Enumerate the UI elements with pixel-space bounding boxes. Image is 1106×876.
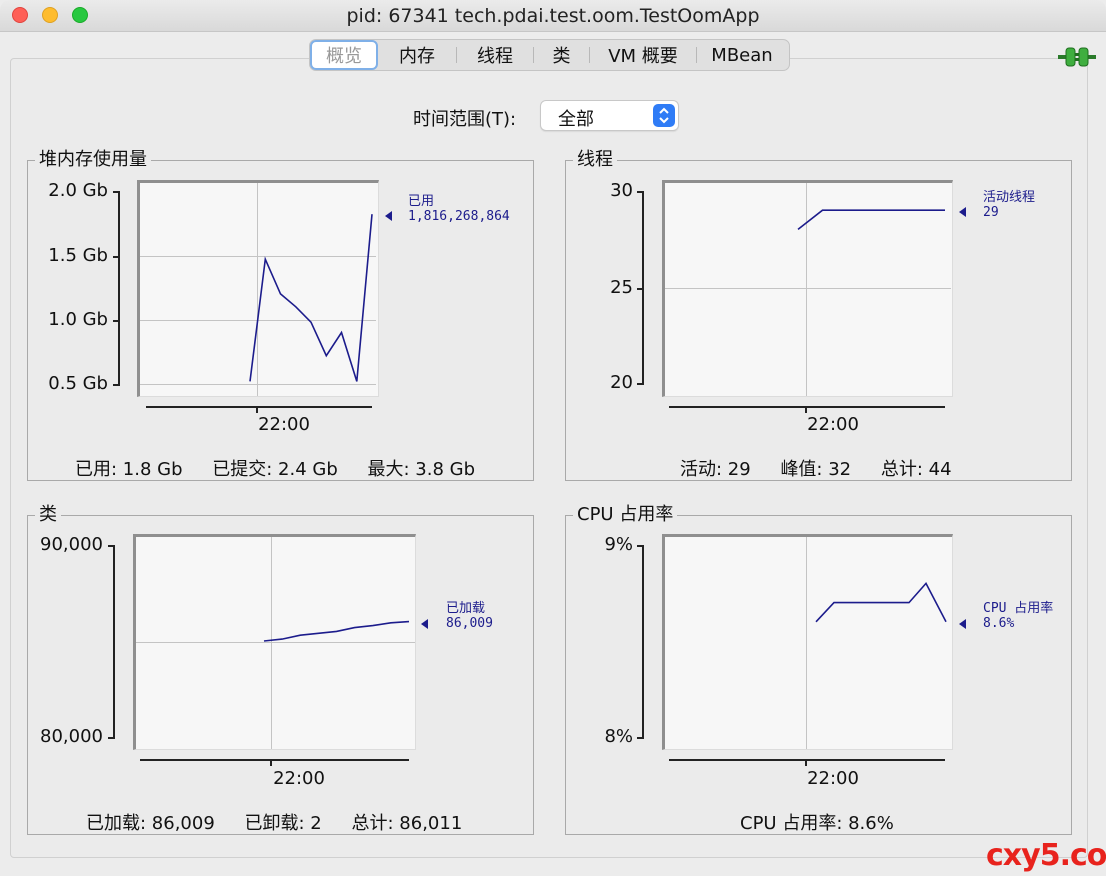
grid-line xyxy=(271,537,272,749)
time-range-select[interactable]: 全部 xyxy=(540,100,679,131)
legend-series-name: 已用 xyxy=(408,194,435,209)
legend-series-value: 8.6% xyxy=(983,616,1015,631)
y-tick-label: 25 xyxy=(610,277,633,298)
x-tick-label: 22:00 xyxy=(273,768,325,789)
classes-unloaded-stat: 已卸载: 2 xyxy=(244,813,322,834)
classes-loaded-stat: 已加载: 86,009 xyxy=(86,813,215,834)
threads-x-axis xyxy=(669,406,945,408)
heap-y-axis xyxy=(118,191,120,386)
y-tick-label: 1.5 Gb xyxy=(48,245,108,266)
y-tick-label: 9% xyxy=(604,534,633,555)
y-tick-label: 1.0 Gb xyxy=(48,309,108,330)
classes-x-axis xyxy=(140,759,409,761)
tab-memory[interactable]: 内存 xyxy=(378,40,456,70)
threads-summary: 活动: 29 峰值: 32 总计: 44 xyxy=(680,455,952,481)
y-tick xyxy=(113,191,120,193)
legend-marker-icon xyxy=(385,211,392,221)
y-tick-label: 20 xyxy=(610,372,633,393)
tab-mbean[interactable]: MBean xyxy=(697,40,787,70)
y-tick-label: 8% xyxy=(604,726,633,747)
x-tick xyxy=(805,406,807,413)
cpu-usage-stat: CPU 占用率: 8.6% xyxy=(740,813,894,834)
cpu-legend: CPU 占用率 8.6% xyxy=(983,601,1053,631)
grid-line xyxy=(806,537,807,749)
tab-threads[interactable]: 线程 xyxy=(457,40,533,70)
grid-line xyxy=(806,183,807,396)
y-tick-label: 80,000 xyxy=(40,726,103,747)
tab-bar: 概览 内存 线程 类 VM 概要 MBean xyxy=(309,39,790,71)
heap-used-stat: 已用: 1.8 Gb xyxy=(75,459,183,480)
classes-summary: 已加载: 86,009 已卸载: 2 总计: 86,011 xyxy=(86,809,462,835)
grid-line xyxy=(140,384,376,385)
classes-legend: 已加载 86,009 xyxy=(446,601,493,631)
cpu-summary: CPU 占用率: 8.6% xyxy=(740,809,894,835)
cpu-usage-series xyxy=(815,581,947,623)
heap-panel-title: 堆内存使用量 xyxy=(35,149,151,171)
grid-line xyxy=(140,256,376,257)
y-tick xyxy=(108,545,115,547)
grid-line xyxy=(257,183,258,396)
y-tick xyxy=(637,191,644,193)
legend-series-name: 活动线程 xyxy=(983,190,1036,205)
heap-summary: 已用: 1.8 Gb 已提交: 2.4 Gb 最大: 3.8 Gb xyxy=(75,455,475,481)
connection-plug-icon[interactable] xyxy=(1058,45,1096,69)
threads-active-stat: 活动: 29 xyxy=(680,459,751,480)
y-tick xyxy=(113,384,120,386)
threads-legend: 活动线程 29 xyxy=(983,190,1035,220)
cpu-x-axis xyxy=(669,759,945,761)
x-tick-label: 22:00 xyxy=(258,414,310,435)
grid-line xyxy=(136,642,415,643)
time-range-label: 时间范围(T): xyxy=(413,109,517,130)
app-window: pid: 67341 tech.pdai.test.oom.TestOomApp… xyxy=(0,0,1106,876)
x-tick xyxy=(805,759,807,766)
title-bar: pid: 67341 tech.pdai.test.oom.TestOomApp xyxy=(0,0,1106,32)
x-tick xyxy=(270,759,272,766)
threads-panel-title: 线程 xyxy=(573,149,617,171)
tab-vm-summary[interactable]: VM 概要 xyxy=(590,40,696,70)
y-tick xyxy=(637,737,644,739)
classes-y-axis xyxy=(113,545,115,739)
watermark: cxy5.com xyxy=(986,838,1106,873)
heap-committed-stat: 已提交: 2.4 Gb xyxy=(212,459,338,480)
heap-x-axis xyxy=(146,406,372,408)
tab-classes[interactable]: 类 xyxy=(534,40,589,70)
threads-total-stat: 总计: 44 xyxy=(880,459,952,480)
legend-series-value: 29 xyxy=(983,205,999,220)
legend-series-name: 已加载 xyxy=(446,601,486,616)
y-tick xyxy=(637,383,644,385)
threads-peak-stat: 峰值: 32 xyxy=(780,459,852,480)
legend-series-name: CPU 占用率 xyxy=(983,601,1054,616)
y-tick xyxy=(637,545,644,547)
legend-series-value: 86,009 xyxy=(446,616,493,631)
cpu-panel-title: CPU 占用率 xyxy=(573,504,678,526)
heap-plot-area xyxy=(137,180,379,397)
y-tick xyxy=(113,256,120,258)
y-tick-label: 90,000 xyxy=(40,534,103,555)
cpu-y-axis xyxy=(642,545,644,739)
y-tick xyxy=(113,320,120,322)
chevron-up-down-icon xyxy=(653,104,675,127)
y-tick xyxy=(637,288,644,290)
y-tick-label: 0.5 Gb xyxy=(48,373,108,394)
legend-marker-icon xyxy=(959,207,966,217)
cpu-plot-area xyxy=(662,534,953,750)
heap-legend: 已用 1,816,268,864 xyxy=(408,194,510,224)
legend-marker-icon xyxy=(959,619,966,629)
window-title: pid: 67341 tech.pdai.test.oom.TestOomApp xyxy=(346,5,760,27)
grid-line xyxy=(665,288,951,289)
time-range-value: 全部 xyxy=(558,109,594,130)
y-tick-label: 30 xyxy=(610,180,633,201)
heap-max-stat: 最大: 3.8 Gb xyxy=(367,459,476,480)
y-tick-label: 2.0 Gb xyxy=(48,180,108,201)
x-tick-label: 22:00 xyxy=(807,414,859,435)
legend-marker-icon xyxy=(421,619,428,629)
x-tick-label: 22:00 xyxy=(807,768,859,789)
y-tick xyxy=(108,737,115,739)
x-tick xyxy=(256,406,258,413)
tab-overview[interactable]: 概览 xyxy=(310,40,378,70)
classes-total-stat: 总计: 86,011 xyxy=(351,813,463,834)
legend-series-value: 1,816,268,864 xyxy=(408,209,510,224)
classes-panel-title: 类 xyxy=(35,504,61,526)
